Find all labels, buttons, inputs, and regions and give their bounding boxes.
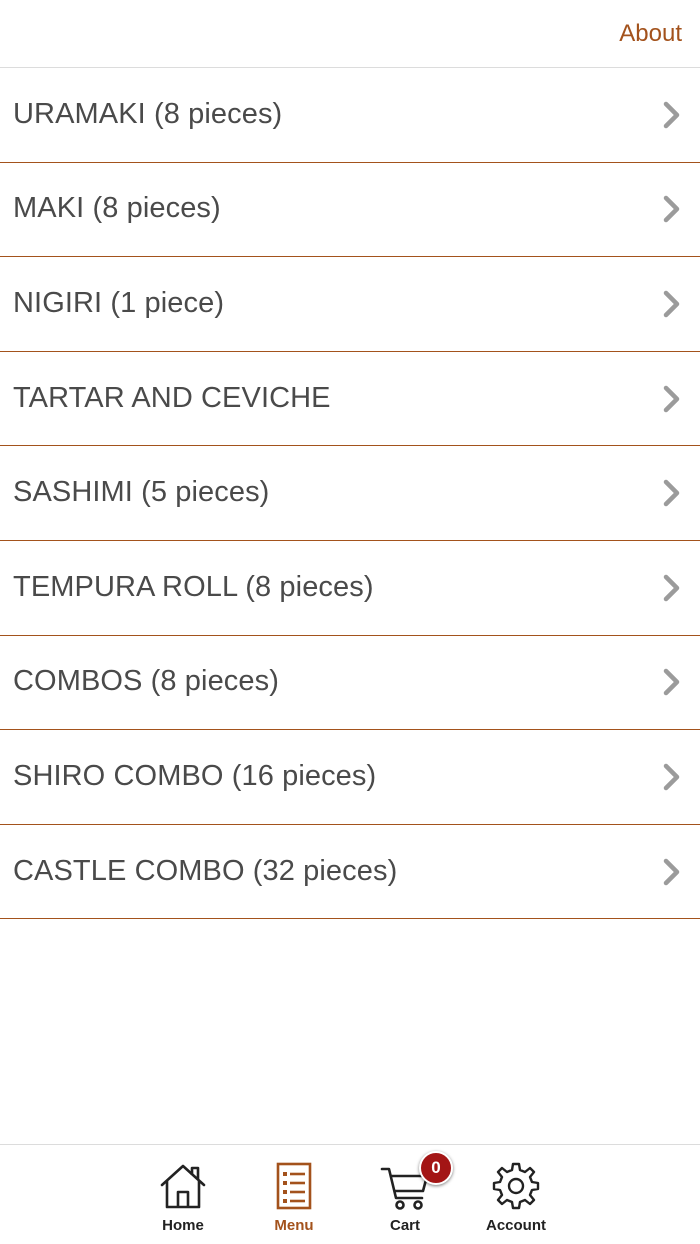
tab-home-label: Home — [162, 1217, 204, 1234]
gear-icon — [492, 1162, 540, 1210]
about-link[interactable]: About — [619, 20, 682, 48]
menu-list-icon — [276, 1162, 312, 1210]
menu-category-label: CASTLE COMBO (32 pieces) — [13, 854, 398, 887]
chevron-right-icon — [663, 196, 680, 223]
top-bar: About — [0, 0, 700, 68]
menu-category-tartar-ceviche[interactable]: TARTAR AND CEVICHE — [0, 351, 700, 447]
menu-category-list: URAMAKI (8 pieces) MAKI (8 pieces) NIGIR… — [0, 68, 700, 920]
chevron-right-icon — [663, 385, 680, 412]
menu-category-combos[interactable]: COMBOS (8 pieces) — [0, 635, 700, 731]
tab-account[interactable]: Account — [466, 1161, 566, 1241]
menu-category-uramaki[interactable]: URAMAKI (8 pieces) — [0, 68, 700, 163]
chevron-right-icon — [663, 479, 680, 507]
tab-menu[interactable]: Menu — [244, 1161, 344, 1241]
menu-category-label: NIGIRI (1 piece) — [13, 286, 225, 319]
menu-category-label: MAKI (8 pieces) — [13, 192, 221, 225]
chevron-right-icon — [663, 763, 680, 791]
menu-category-label: TEMPURA ROLL (8 pieces) — [13, 570, 374, 603]
menu-category-shiro-combo[interactable]: SHIRO COMBO (16 pieces) — [0, 730, 700, 825]
menu-category-maki[interactable]: MAKI (8 pieces) — [0, 162, 700, 258]
chevron-right-icon — [663, 290, 680, 318]
tab-home[interactable]: Home — [133, 1161, 233, 1241]
tab-cart-label: Cart — [389, 1217, 420, 1234]
tab-menu-label: Menu — [274, 1217, 314, 1234]
home-icon — [160, 1164, 206, 1209]
bottom-tab-bar: Home Menu Cart 0 Account — [0, 1144, 700, 1244]
chevron-right-icon — [663, 101, 680, 129]
tab-cart[interactable]: Cart 0 — [355, 1151, 455, 1241]
menu-category-label: SHIRO COMBO (16 pieces) — [13, 759, 377, 792]
app-screen: About URAMAKI (8 pieces) MAKI (8 pieces)… — [0, 0, 700, 1244]
menu-category-label: COMBOS (8 pieces) — [13, 665, 279, 698]
menu-category-castle-combo[interactable]: CASTLE COMBO (32 pieces) — [0, 824, 700, 920]
cart-count-badge: 0 — [419, 1151, 453, 1185]
chevron-right-icon — [663, 574, 680, 602]
menu-category-label: URAMAKI (8 pieces) — [13, 97, 283, 130]
menu-category-label: TARTAR AND CEVICHE — [13, 381, 331, 414]
menu-category-sashimi[interactable]: SASHIMI (5 pieces) — [0, 446, 700, 541]
chevron-right-icon — [663, 669, 680, 696]
tab-account-label: Account — [486, 1217, 546, 1234]
chevron-right-icon — [663, 858, 680, 885]
menu-category-label: SASHIMI (5 pieces) — [13, 476, 270, 509]
menu-category-nigiri[interactable]: NIGIRI (1 piece) — [0, 257, 700, 352]
menu-category-tempura-roll[interactable]: TEMPURA ROLL (8 pieces) — [0, 540, 700, 636]
